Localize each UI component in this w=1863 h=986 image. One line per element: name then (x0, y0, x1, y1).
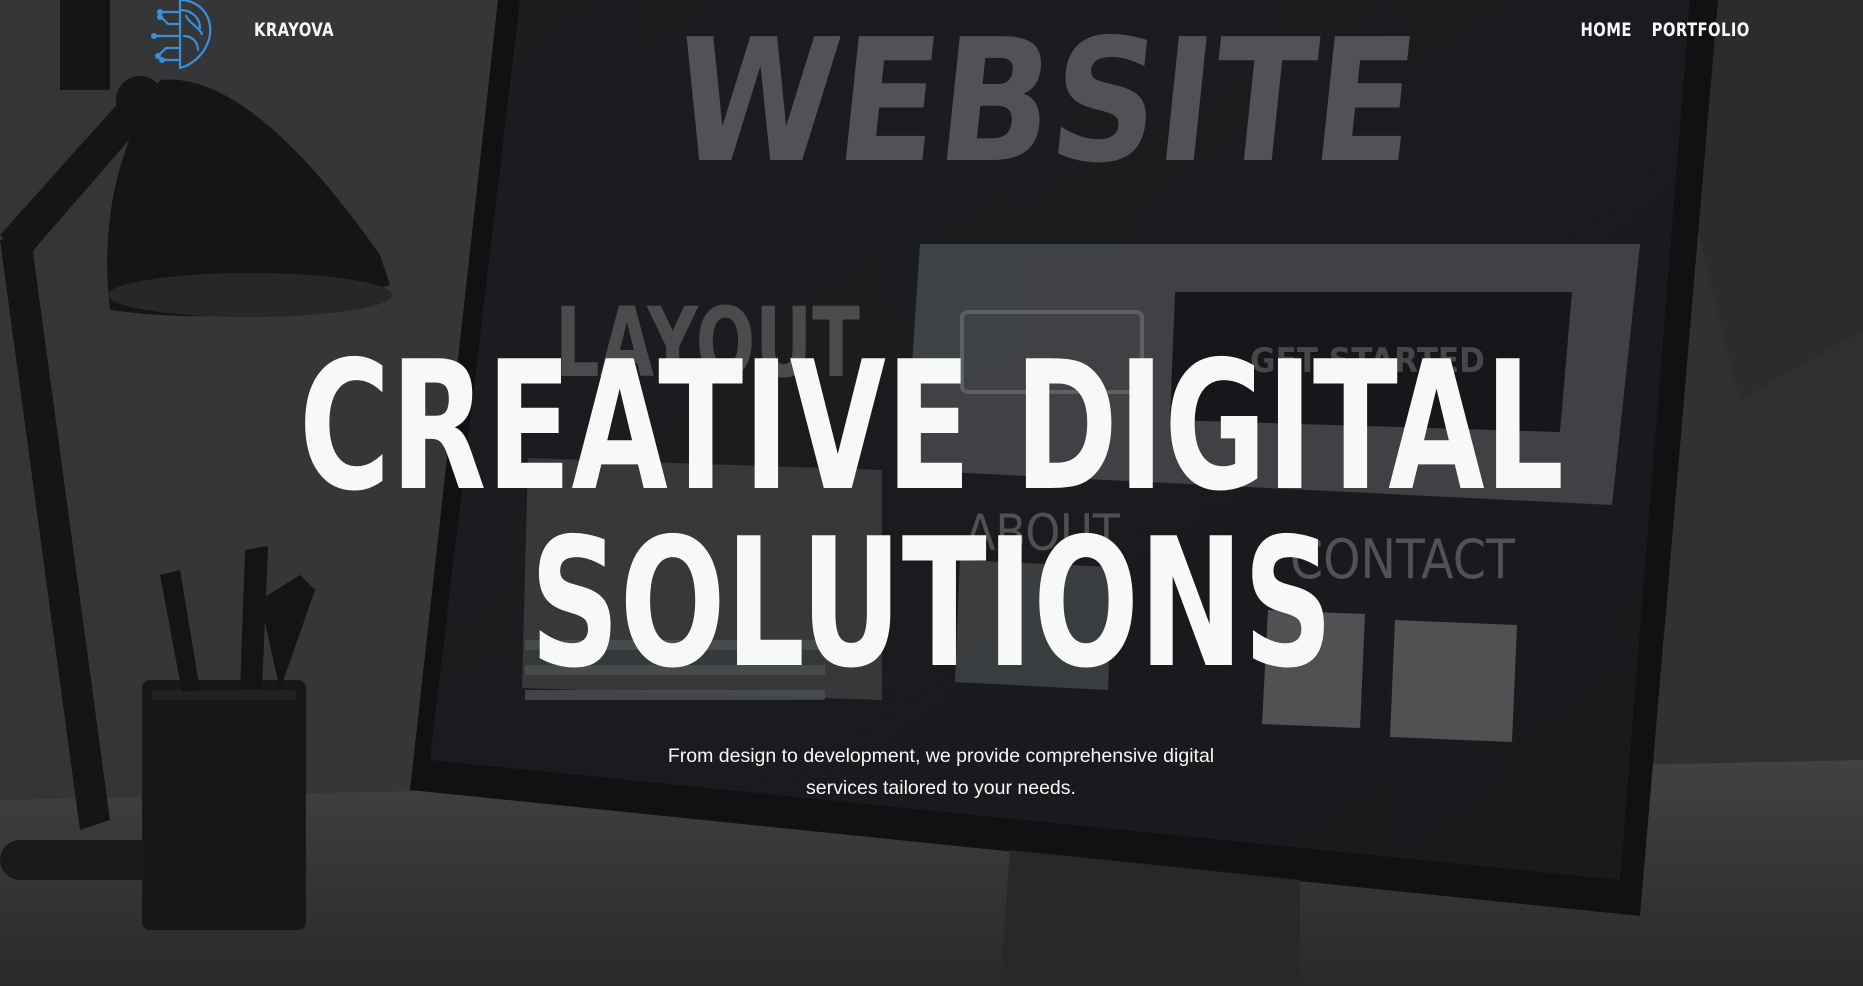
hero-section: WEBSITE LAYOUT GET STARTED ABOUT CONTACT (0, 0, 1863, 986)
main-nav: HOME PORTFOLIO (1566, 19, 1750, 41)
brain-circuit-icon (151, 0, 212, 70)
nav-portfolio-link[interactable]: PORTFOLIO (1652, 19, 1750, 41)
logo-link[interactable] (140, 0, 220, 80)
nav-home-link[interactable]: HOME (1581, 19, 1632, 41)
hero-headline-line-1: CREATIVE DIGITAL (298, 323, 1565, 530)
brand-name[interactable]: KRAYOVA (254, 19, 334, 41)
hero-headline: CREATIVE DIGITAL SOLUTIONS (0, 323, 1863, 707)
hero-headline-line-2: SOLUTIONS (529, 500, 1334, 707)
hero-subtitle: From design to development, we provide c… (667, 745, 1215, 799)
site-header: KRAYOVA HOME PORTFOLIO (0, 0, 1863, 70)
